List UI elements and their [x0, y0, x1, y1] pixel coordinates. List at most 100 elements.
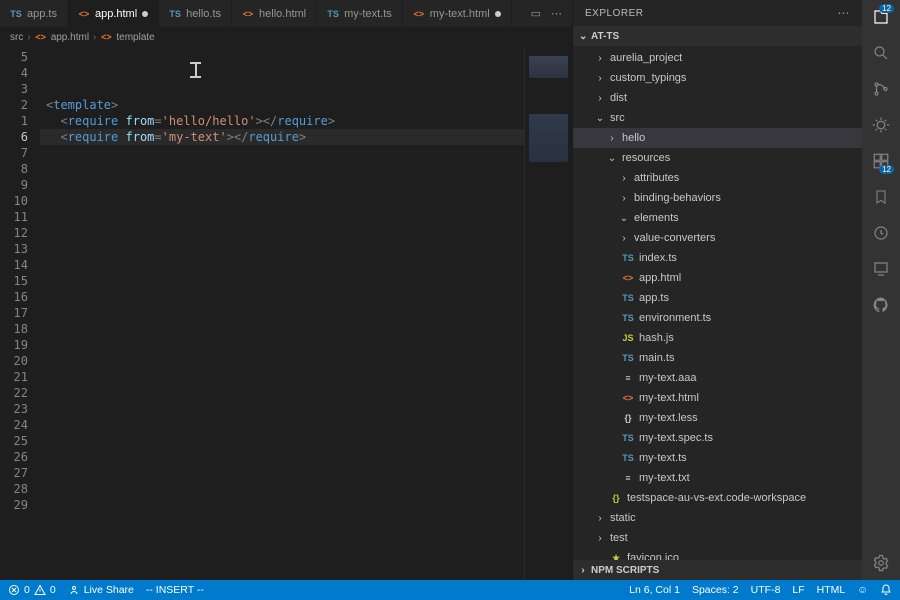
tree-label: my-text.html — [639, 392, 699, 404]
minimap[interactable] — [524, 46, 572, 580]
explorer-project-header[interactable]: ⌄ AT-TS — [573, 26, 862, 46]
file-row[interactable]: TSmain.ts — [573, 348, 862, 368]
status-errors[interactable]: 0 0 — [8, 584, 56, 596]
tree-label: static — [610, 512, 636, 524]
tree-label: resources — [622, 152, 670, 164]
explorer-icon[interactable]: 12 — [870, 6, 892, 28]
breadcrumb-segment[interactable]: template — [116, 32, 154, 43]
settings-gear-icon[interactable] — [870, 552, 892, 574]
breadcrumb-segment[interactable]: app.html — [51, 32, 89, 43]
editor-tab[interactable]: TSapp.ts — [0, 0, 68, 27]
code-line[interactable]: <template> — [46, 97, 524, 113]
code-area[interactable]: <template> <require from='hello/hello'><… — [40, 46, 524, 580]
editor-tab[interactable]: TShello.ts — [159, 0, 232, 27]
code-line[interactable]: <require from='my-text'></require> — [46, 129, 524, 145]
activity-bar: 12 12 — [862, 0, 900, 580]
file-row[interactable]: TSenvironment.ts — [573, 308, 862, 328]
file-row[interactable]: <>my-text.html — [573, 388, 862, 408]
tree-label: my-text.aaa — [639, 372, 696, 384]
file-row[interactable]: <>app.html — [573, 268, 862, 288]
file-row[interactable]: ★favicon.ico — [573, 548, 862, 560]
editor-tab[interactable]: <>hello.html — [232, 0, 317, 27]
chevron-right-icon: › — [595, 93, 605, 104]
folder-row[interactable]: › dist — [573, 88, 862, 108]
file-row[interactable]: TSmy-text.ts — [573, 448, 862, 468]
html-icon: <> — [35, 31, 47, 43]
file-type-icon: TS — [327, 8, 339, 20]
editor-tab[interactable]: TS my-text.ts — [317, 0, 403, 27]
file-row[interactable]: TSapp.ts — [573, 288, 862, 308]
folder-row[interactable]: ›attributes — [573, 168, 862, 188]
status-live-share[interactable]: Live Share — [68, 584, 134, 596]
file-row[interactable]: {}testspace-au-vs-ext.code-workspace — [573, 488, 862, 508]
file-type-icon: TS — [10, 8, 22, 20]
tab-label: app.html — [95, 8, 137, 20]
tab-label: my-text.ts — [344, 8, 392, 20]
project-name: AT-TS — [591, 31, 619, 42]
rail-generic-icon[interactable] — [870, 222, 892, 244]
chevron-down-icon: ⌄ — [579, 31, 587, 42]
dirty-indicator-icon — [142, 11, 148, 17]
status-bar: 0 0 Live Share -- INSERT -- Ln 6, Col 1 … — [0, 580, 900, 600]
file-tree[interactable]: ›aurelia_project›custom_typings›dist⌄src… — [573, 46, 862, 560]
html-icon: <> — [100, 31, 112, 43]
folder-row[interactable]: ⌄resources — [573, 148, 862, 168]
status-bell-icon[interactable] — [880, 584, 892, 596]
folder-row[interactable]: ›static — [573, 508, 862, 528]
code-line[interactable]: <require from='hello/hello'></require> — [46, 113, 524, 129]
explorer-panel: EXPLORER ⋯ ⌄ AT-TS ›aurelia_project›cust… — [572, 0, 862, 580]
folder-row[interactable]: ›binding-behaviors — [573, 188, 862, 208]
folder-row[interactable]: ›custom_typings — [573, 68, 862, 88]
folder-row[interactable]: ›value-converters — [573, 228, 862, 248]
minimap-region — [529, 114, 568, 162]
tree-label: testspace-au-vs-ext.code-workspace — [627, 492, 806, 504]
split-editor-icon[interactable]: ▭ — [531, 7, 541, 20]
more-tabs-icon[interactable]: ⋯ — [551, 7, 562, 20]
text-cursor-icon — [190, 62, 201, 78]
tab-label: my-text.html — [430, 8, 490, 20]
status-language[interactable]: HTML — [817, 584, 846, 596]
status-encoding[interactable]: UTF-8 — [751, 584, 781, 596]
editor-tab[interactable]: <>my-text.html — [403, 0, 512, 27]
file-row[interactable]: TSmy-text.spec.ts — [573, 428, 862, 448]
search-icon[interactable] — [870, 42, 892, 64]
badge: 12 — [879, 165, 894, 174]
tree-label: test — [610, 532, 628, 544]
github-icon[interactable] — [870, 294, 892, 316]
file-type-icon: TS — [622, 252, 634, 264]
npm-scripts-header[interactable]: › NPM SCRIPTS — [573, 560, 862, 580]
rail-generic-icon[interactable] — [870, 258, 892, 280]
bookmark-icon[interactable] — [870, 186, 892, 208]
minimap-region — [529, 56, 568, 78]
editor-tab[interactable]: <>app.html — [68, 0, 159, 27]
explorer-more-icon[interactable]: ⋯ — [838, 6, 851, 20]
status-eol[interactable]: LF — [792, 584, 804, 596]
breadcrumbs[interactable]: src › <> app.html › <> template — [0, 28, 572, 46]
status-feedback-icon[interactable]: ☺ — [857, 584, 868, 596]
status-indent[interactable]: Spaces: 2 — [692, 584, 739, 596]
file-row[interactable]: ≡my-text.txt — [573, 468, 862, 488]
file-row[interactable]: {}my-text.less — [573, 408, 862, 428]
folder-row[interactable]: ⌄src — [573, 108, 862, 128]
chevron-right-icon: › — [579, 565, 587, 576]
chevron-right-icon: › — [607, 133, 617, 144]
debug-icon[interactable] — [870, 114, 892, 136]
source-control-icon[interactable] — [870, 78, 892, 100]
tree-label: aurelia_project — [610, 52, 682, 64]
status-vim-mode: -- INSERT -- — [146, 584, 204, 596]
file-row[interactable]: TSindex.ts — [573, 248, 862, 268]
chevron-down-icon: ⌄ — [619, 213, 629, 224]
breadcrumb-segment[interactable]: src — [10, 32, 23, 43]
editor-body[interactable]: 5432167891011121314151617181920212223242… — [0, 46, 572, 580]
extensions-icon[interactable]: 12 — [870, 150, 892, 172]
folder-row[interactable]: ⌄elements — [573, 208, 862, 228]
folder-row[interactable]: ›aurelia_project — [573, 48, 862, 68]
live-share-label: Live Share — [84, 584, 134, 596]
folder-row[interactable]: ›test — [573, 528, 862, 548]
tree-label: my-text.less — [639, 412, 698, 424]
status-cursor-pos[interactable]: Ln 6, Col 1 — [629, 584, 680, 596]
file-row[interactable]: ≡my-text.aaa — [573, 368, 862, 388]
folder-row[interactable]: ›hello — [573, 128, 862, 148]
file-row[interactable]: JShash.js — [573, 328, 862, 348]
tree-label: dist — [610, 92, 627, 104]
